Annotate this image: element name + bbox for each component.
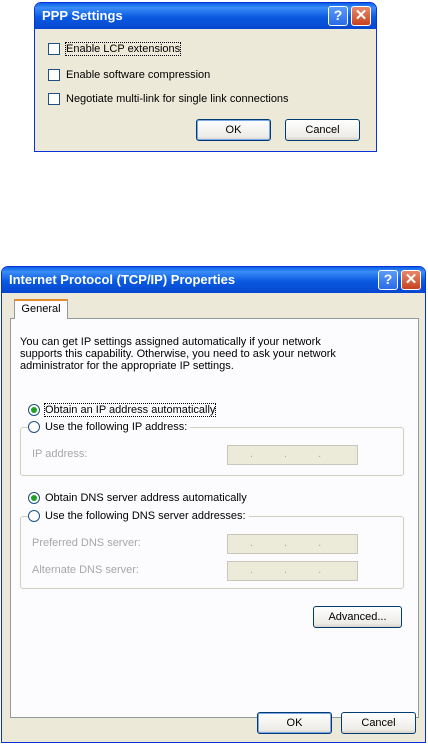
radio-label: Obtain DNS server address automatically: [45, 492, 247, 504]
radio-button[interactable]: [28, 421, 40, 433]
radio-label: Use the following DNS server addresses:: [45, 510, 246, 522]
use-following-ip-radio[interactable]: Use the following IP address:: [28, 420, 191, 434]
obtain-dns-auto-radio[interactable]: Obtain DNS server address automatically: [28, 491, 247, 505]
help-icon[interactable]: ?: [378, 270, 398, 290]
preferred-dns-label: Preferred DNS server:: [32, 537, 141, 549]
checkbox-box[interactable]: [48, 93, 60, 105]
tcpip-title-bar[interactable]: Internet Protocol (TCP/IP) Properties ? …: [2, 267, 425, 293]
tcpip-dialog-title: Internet Protocol (TCP/IP) Properties: [9, 272, 236, 287]
radio-button[interactable]: [28, 404, 40, 416]
checkbox-box[interactable]: [48, 69, 60, 81]
obtain-ip-auto-radio[interactable]: Obtain an IP address automatically: [28, 403, 217, 417]
multilink-checkbox[interactable]: Negotiate multi-link for single link con…: [48, 92, 289, 106]
ppp-dialog-title: PPP Settings: [42, 8, 123, 23]
alternate-dns-label: Alternate DNS server:: [32, 564, 139, 576]
enable-compression-checkbox[interactable]: Enable software compression: [48, 68, 210, 82]
use-following-dns-radio[interactable]: Use the following DNS server addresses:: [28, 509, 249, 523]
tcpip-properties-dialog: Internet Protocol (TCP/IP) Properties ? …: [1, 266, 426, 743]
checkbox-box[interactable]: [48, 43, 60, 55]
tab-general[interactable]: General: [14, 299, 68, 319]
radio-label: Use the following IP address:: [45, 421, 188, 433]
description-text: You can get IP settings assigned automat…: [20, 336, 336, 372]
radio-button[interactable]: [28, 492, 40, 504]
ok-button[interactable]: OK: [257, 712, 332, 734]
general-tab-panel: You can get IP settings assigned automat…: [10, 318, 419, 718]
close-icon[interactable]: ✕: [351, 6, 371, 26]
advanced-button[interactable]: Advanced...: [313, 606, 402, 628]
radio-label: Obtain an IP address automatically: [43, 403, 217, 417]
alternate-dns-field[interactable]: . . .: [227, 561, 358, 581]
enable-lcp-checkbox[interactable]: Enable LCP extensions: [48, 42, 182, 56]
help-icon[interactable]: ?: [328, 6, 348, 26]
cancel-button[interactable]: Cancel: [341, 712, 416, 734]
ppp-settings-dialog: PPP Settings ? ✕ Enable LCP extensions E…: [34, 2, 377, 152]
preferred-dns-field[interactable]: . . .: [227, 534, 358, 554]
ip-address-field[interactable]: . . .: [227, 445, 358, 465]
close-icon[interactable]: ✕: [401, 270, 421, 290]
cancel-button[interactable]: Cancel: [285, 119, 360, 141]
checkbox-label: Enable LCP extensions: [64, 42, 182, 56]
ppp-title-bar[interactable]: PPP Settings ? ✕: [35, 3, 376, 29]
checkbox-label: Negotiate multi-link for single link con…: [66, 93, 289, 105]
ip-address-label: IP address:: [32, 448, 88, 460]
radio-button[interactable]: [28, 510, 40, 522]
checkbox-label: Enable software compression: [66, 69, 211, 81]
ok-button[interactable]: OK: [196, 119, 271, 141]
